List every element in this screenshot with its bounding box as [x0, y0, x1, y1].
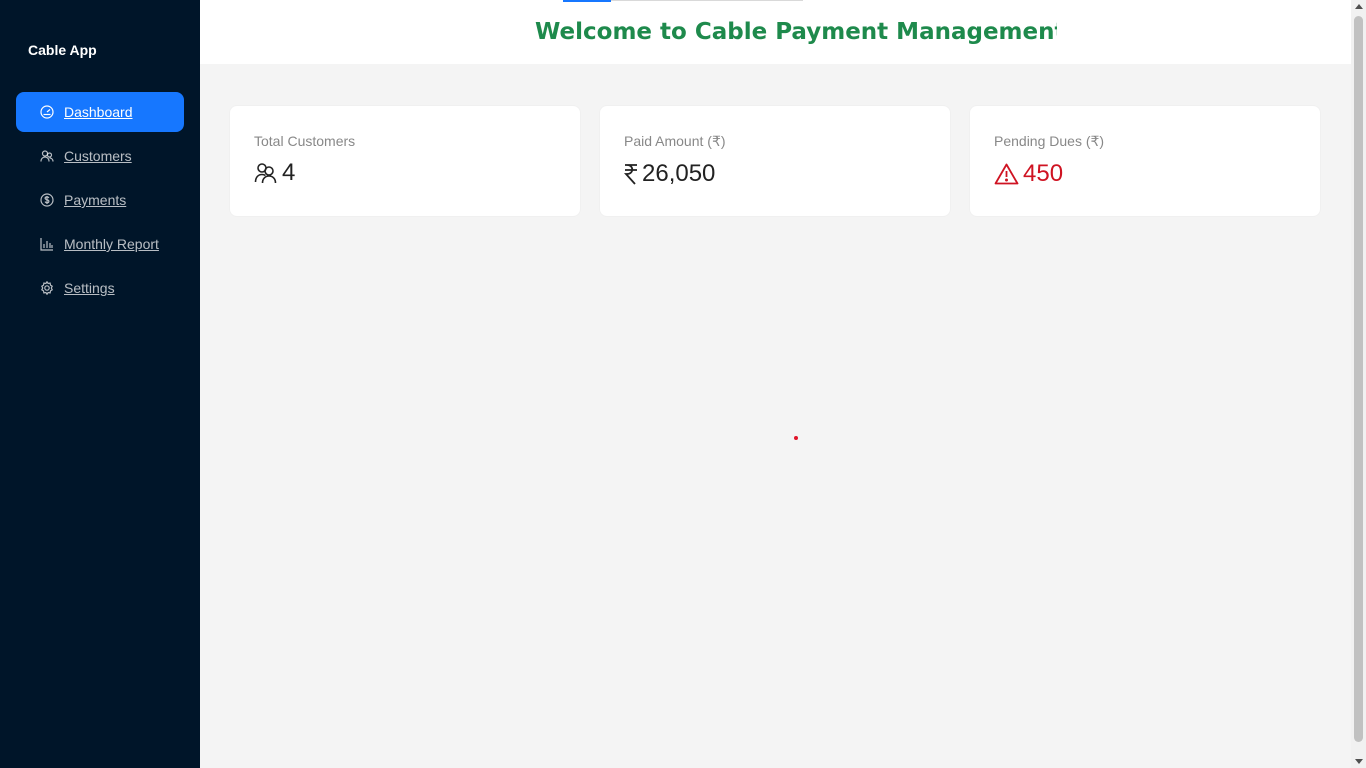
page-header: Welcome to Cable Payment Management Syst… [200, 0, 1351, 64]
bar-chart-icon [40, 237, 54, 251]
stat-value: 450 [1023, 160, 1064, 187]
stat-value-row: 4 [254, 159, 556, 187]
stat-title: Pending Dues (₹) [994, 133, 1105, 149]
users-icon [254, 161, 278, 185]
stat-card-pending-dues: Pending Dues (₹) 450 [969, 105, 1321, 217]
app-brand: Cable App [28, 42, 97, 58]
users-icon [40, 149, 54, 163]
sidebar-item-payments[interactable]: Payments [16, 180, 184, 220]
sidebar-item-settings[interactable]: Settings [16, 268, 184, 308]
page-title-container: Welcome to Cable Payment Management Syst… [535, 14, 1057, 54]
gear-icon [40, 281, 54, 295]
sidebar-item-monthly-report[interactable]: Monthly Report [16, 224, 184, 264]
stat-value-row: 26,050 [624, 160, 926, 188]
dollar-circle-icon [40, 193, 54, 207]
stat-value: 4 [282, 159, 296, 186]
sidebar-item-label: Monthly Report [64, 236, 159, 252]
stat-title: Total Customers [254, 133, 356, 149]
stat-card-total-customers: Total Customers 4 [229, 105, 581, 217]
sidebar-item-customers[interactable]: Customers [16, 136, 184, 176]
scroll-down-arrow-icon[interactable] [1355, 759, 1363, 764]
sidebar-nav: Dashboard Customers Payments Monthly Rep… [16, 92, 184, 312]
warning-icon [994, 163, 1019, 185]
status-dot [794, 436, 798, 440]
scroll-thumb[interactable] [1354, 16, 1363, 742]
stat-title: Paid Amount (₹) [624, 133, 726, 149]
stat-value: 26,050 [642, 160, 716, 187]
stat-value-row: 450 [994, 160, 1296, 188]
sidebar: Cable App Dashboard Customers Payments M… [0, 0, 200, 768]
sidebar-item-label: Dashboard [64, 104, 133, 120]
main-content: Total Customers 4 Paid Amount (₹) 26,050… [200, 64, 1351, 768]
rupee-icon [624, 163, 638, 185]
scroll-up-arrow-icon[interactable] [1355, 4, 1363, 9]
sidebar-item-label: Customers [64, 148, 132, 164]
dashboard-icon [40, 105, 54, 119]
page-title: Welcome to Cable Payment Management Syst… [535, 19, 1057, 45]
header-active-indicator [563, 0, 611, 2]
sidebar-item-label: Payments [64, 192, 127, 208]
sidebar-item-dashboard[interactable]: Dashboard [16, 92, 184, 132]
stat-card-paid-amount: Paid Amount (₹) 26,050 [599, 105, 951, 217]
sidebar-item-label: Settings [64, 280, 115, 296]
page-scrollbar[interactable] [1351, 0, 1366, 768]
